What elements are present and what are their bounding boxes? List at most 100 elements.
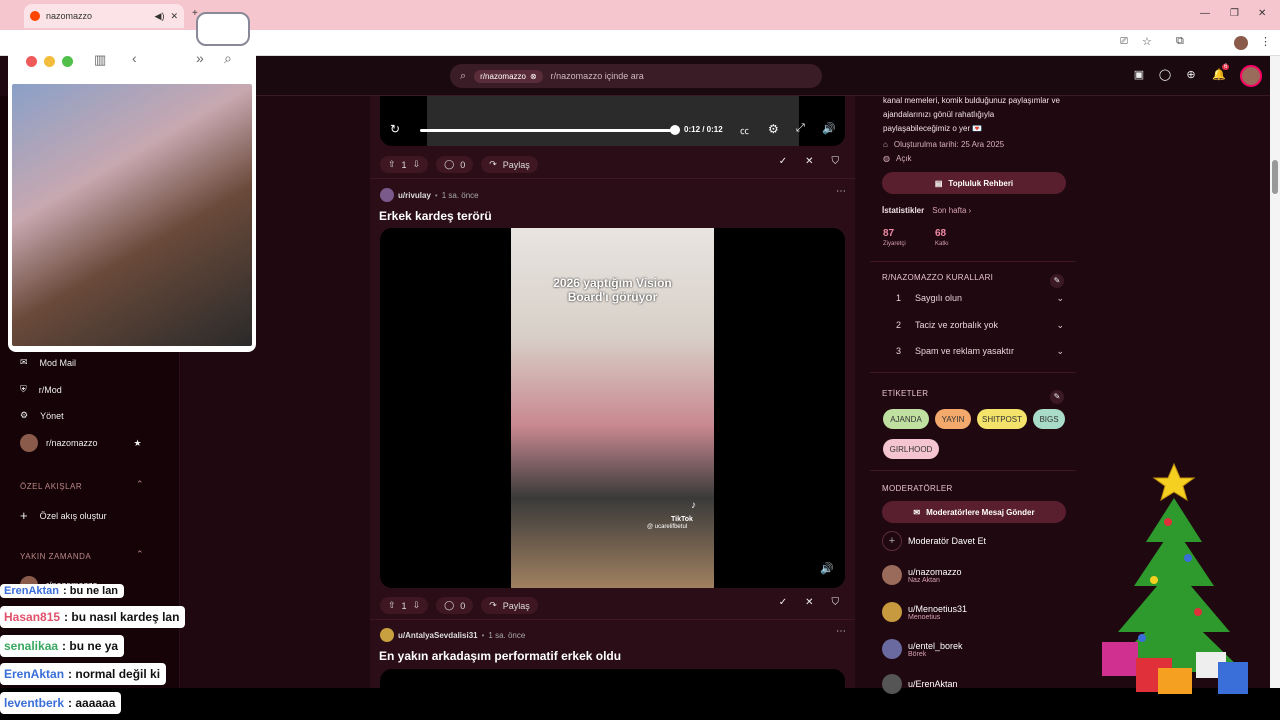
chat-message: Hasan815 : bu nasıl kardeş lan <box>0 606 186 628</box>
post-author[interactable]: u/rivulay <box>398 191 431 200</box>
share-button[interactable]: ↷ Paylaş <box>481 156 538 173</box>
shield-icon[interactable]: ⛉ <box>832 597 840 608</box>
section-recent[interactable]: YAKIN ZAMANDA <box>20 552 91 561</box>
rule-item[interactable]: 2 Taciz ve zorbalık yok ⌄ <box>896 320 1064 331</box>
captions-icon[interactable]: ㏄ <box>740 124 749 137</box>
minimize-icon[interactable]: — <box>1200 8 1210 19</box>
volume-icon[interactable]: 🔊 <box>820 562 834 575</box>
cast-icon[interactable]: ⎚ <box>1120 36 1128 47</box>
downvote-icon[interactable]: ⇩ <box>413 600 421 611</box>
shield-icon[interactable]: ⛉ <box>832 156 840 167</box>
plus-icon: + <box>20 508 28 523</box>
tag-shitpost[interactable]: SHITPOST <box>977 409 1027 429</box>
comment-count: 0 <box>460 600 466 611</box>
chevron-right-icon[interactable]: › <box>969 206 972 215</box>
comments-button[interactable]: ◯ 0 <box>436 597 474 614</box>
moderator-display-name: Börek <box>908 650 927 658</box>
post-1-actions: ⇧ 1 ⇩ ◯ 0 ↷ Paylaş <box>380 156 538 173</box>
scrollbar[interactable] <box>1270 56 1280 688</box>
ads-icon[interactable]: ▣ <box>1132 68 1146 82</box>
video-player[interactable]: ↻ 0:12 / 0:12 ㏄ ⚙ ⤢ 🔊 <box>380 96 845 146</box>
edit-pencil-icon[interactable]: ✎ <box>1050 390 1064 404</box>
approve-icon[interactable]: ✓ <box>779 156 787 167</box>
vote-control[interactable]: ⇧ 1 ⇩ <box>380 597 429 614</box>
fullscreen-icon[interactable]: ⤢ <box>796 122 805 135</box>
comments-button[interactable]: ◯ 0 <box>436 156 474 173</box>
moderator-item[interactable]: u/nazomazzo Naz Aktan <box>882 565 962 585</box>
settings-gear-icon[interactable]: ⚙ <box>768 122 779 136</box>
upvote-icon[interactable]: ⇧ <box>388 600 396 611</box>
chip-close-icon[interactable]: ⊗ <box>530 72 537 81</box>
volume-icon[interactable]: 🔊 <box>822 122 836 135</box>
chevron-down-icon[interactable]: ⌄ <box>1056 320 1064 331</box>
tab-title: nazomazzo <box>46 11 93 21</box>
contributions-label: Katkı <box>935 241 949 247</box>
extensions-icon[interactable]: ⧉ <box>1176 35 1184 48</box>
community-guide-button[interactable]: ▤ Topluluk Rehberi <box>882 172 1066 194</box>
scrollbar-thumb[interactable] <box>1272 160 1278 194</box>
chevron-down-icon[interactable]: ⌄ <box>1056 346 1064 357</box>
speaker-icon[interactable]: ◀) <box>155 11 165 22</box>
browser-tab[interactable]: nazomazzo ◀) ✕ <box>24 4 184 28</box>
video-progress-bar[interactable] <box>420 129 676 132</box>
progress-handle[interactable] <box>670 125 680 135</box>
tiktok-user: @ ucarelifbetul <box>647 524 688 530</box>
remove-icon[interactable]: ✕ <box>805 156 813 167</box>
tag-yayin[interactable]: YAYIN <box>935 409 971 429</box>
bookmark-star-icon[interactable]: ☆ <box>1142 35 1152 48</box>
rule-item[interactable]: 3 Spam ve reklam yasaktır ⌄ <box>896 346 1064 357</box>
menu-icon[interactable]: ⋮ <box>1260 35 1271 48</box>
tag-ajanda[interactable]: AJANDA <box>883 409 929 429</box>
video-player[interactable]: 2026 yaptığım Vision Board'ı görüyor ♪ T… <box>380 228 845 588</box>
search-bar[interactable]: ⌕ r/nazomazzo ⊗ r/nazomazzo içinde ara <box>450 64 822 88</box>
approve-icon[interactable]: ✓ <box>779 597 787 608</box>
post-title[interactable]: Erkek kardeş terörü <box>379 209 492 223</box>
sidebar-item-mod-mail[interactable]: ✉ Mod Mail <box>20 357 76 368</box>
rule-item[interactable]: 1 Saygılı olun ⌄ <box>896 293 1064 304</box>
sidebar-item-r-mod[interactable]: ⛨ r/Mod <box>20 384 62 395</box>
chat-icon[interactable]: ◯ <box>1158 68 1172 82</box>
moderator-item[interactable]: u/Menoetius31 Menoetius <box>882 602 967 622</box>
moderator-item[interactable]: u/entel_borek Börek <box>882 639 963 659</box>
chat-username: leventberk <box>4 696 65 710</box>
post-time: 1 sa. önce <box>488 630 526 640</box>
post-author[interactable]: u/AntalyaSevdalisi31 <box>398 631 478 640</box>
notification-bell-icon[interactable]: 🔔 <box>1212 68 1226 82</box>
tag-girlhood[interactable]: GIRLHOOD <box>883 439 939 459</box>
chevron-up-icon[interactable]: ⌃ <box>136 549 144 560</box>
close-window-icon[interactable]: ✕ <box>1258 8 1266 19</box>
create-feed-label: Özel akış oluştur <box>39 510 107 521</box>
subreddit-chip[interactable]: r/nazomazzo ⊗ <box>474 69 543 83</box>
upvote-icon[interactable]: ⇧ <box>388 159 396 170</box>
message-mods-button[interactable]: ✉ Moderatörlere Mesaj Gönder <box>882 501 1066 523</box>
share-button[interactable]: ↷ Paylaş <box>481 597 538 614</box>
sidebar-item-label: Mod Mail <box>39 357 77 368</box>
favorite-star-icon[interactable]: ★ <box>134 438 142 449</box>
post-1-mod-actions: ✓ ✕ ⛉ <box>779 156 839 167</box>
downvote-icon[interactable]: ⇩ <box>413 159 421 170</box>
profile-avatar[interactable] <box>1234 36 1248 50</box>
chevron-up-icon[interactable]: ⌃ <box>136 479 144 490</box>
replay-icon[interactable]: ↻ <box>390 122 400 136</box>
create-post-icon[interactable]: ⊕ <box>1184 68 1198 82</box>
create-custom-feed[interactable]: + Özel akış oluştur <box>20 508 107 523</box>
chevron-down-icon[interactable]: ⌄ <box>1056 293 1064 304</box>
more-options-icon[interactable]: ⋯ <box>836 186 846 197</box>
post-title[interactable]: En yakın arkadaşım performatif erkek old… <box>379 649 621 663</box>
stats-period[interactable]: Son hafta <box>932 206 966 215</box>
more-options-icon[interactable]: ⋯ <box>836 626 846 637</box>
tag-bigs[interactable]: BIGS <box>1033 409 1065 429</box>
vote-control[interactable]: ⇧ 1 ⇩ <box>380 156 429 173</box>
created-date-text: Oluşturulma tarihi: 25 Ara 2025 <box>893 140 1005 149</box>
restore-icon[interactable]: ❐ <box>1230 8 1239 19</box>
edit-pencil-icon[interactable]: ✎ <box>1050 274 1064 288</box>
sidebar-item-nazomazzo[interactable]: r/nazomazzo ★ <box>20 434 142 452</box>
user-avatar[interactable] <box>1240 65 1262 87</box>
invite-moderator[interactable]: + Moderatör Davet Et <box>882 531 986 551</box>
sidebar-item-manage[interactable]: ⚙ Yönet <box>20 410 64 421</box>
moderator-item[interactable]: u/ErenAktan <box>882 674 958 694</box>
section-custom-feeds[interactable]: ÖZEL AKIŞLAR <box>20 482 82 491</box>
video-player[interactable] <box>380 669 845 688</box>
close-tab-icon[interactable]: ✕ <box>170 11 178 22</box>
remove-icon[interactable]: ✕ <box>805 597 813 608</box>
